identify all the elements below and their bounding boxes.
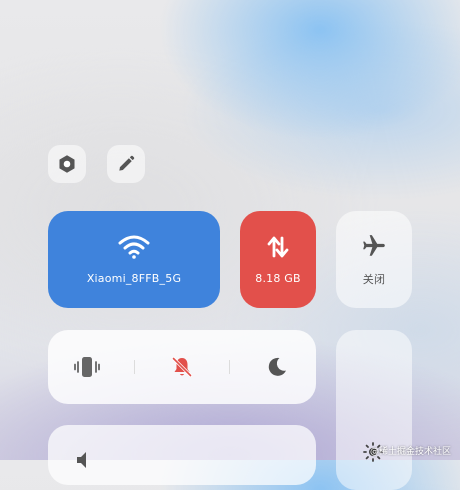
wifi-network-name: Xiaomi_8FFB_5G [86,272,182,285]
pencil-edit-icon [119,155,135,171]
hexagon-settings-icon [59,155,75,173]
sound-modes-panel [48,330,316,404]
settings-button[interactable] [48,145,86,183]
speaker-icon [77,452,86,468]
wifi-tile[interactable]: Xiaomi_8FFB_5G [48,211,220,308]
airplane-icon [363,234,385,256]
mobile-data-tile[interactable]: 8.18 GB [240,211,316,308]
wifi-icon [118,235,150,259]
watermark-text: @稀土掘金技术社区 [370,447,452,457]
airplane-mode-tile[interactable]: 关闭 [336,211,412,308]
do-not-disturb-toggle[interactable] [247,347,307,387]
data-transfer-arrows-icon [267,236,289,258]
vertical-slider[interactable] [336,330,412,490]
edit-button[interactable] [107,145,145,183]
moon-icon [269,357,287,376]
vibrate-icon [73,357,100,377]
data-usage-label: 8.18 GB [255,272,301,285]
airplane-mode-status: 关闭 [362,272,386,286]
bell-off-icon [171,356,193,378]
mode-divider [229,360,231,374]
silent-toggle[interactable] [152,347,212,387]
vibrate-toggle[interactable] [57,347,117,387]
media-volume-tile[interactable] [48,425,316,485]
mode-divider [133,360,135,374]
